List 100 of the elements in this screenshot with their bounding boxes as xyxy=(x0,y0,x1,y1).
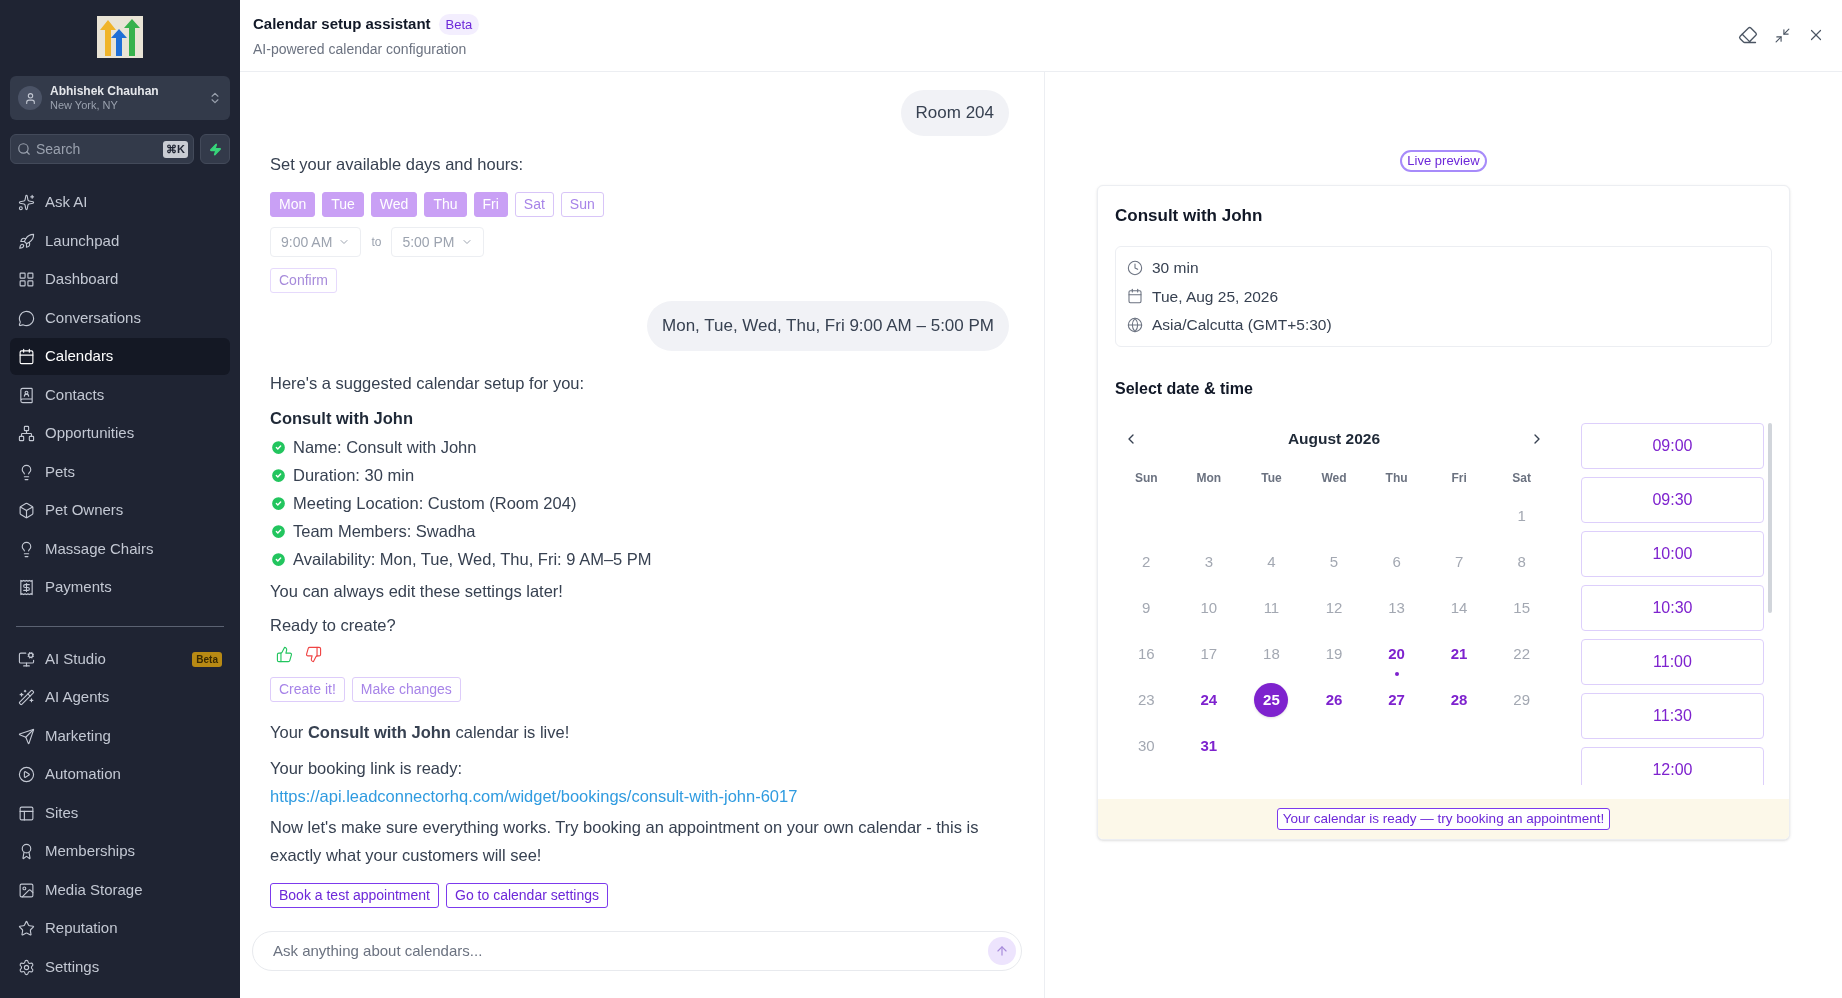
chat-input-field[interactable]: Ask anything about calendars... xyxy=(252,930,1022,971)
sidebar-item[interactable]: Memberships xyxy=(10,833,230,870)
sidebar-item[interactable]: Launchpad xyxy=(10,222,230,260)
check-circle-icon xyxy=(270,438,287,456)
calendar-day[interactable]: 28 xyxy=(1442,683,1477,717)
calendar-icon xyxy=(18,348,35,365)
assistant-message: Your booking link is ready: xyxy=(270,757,463,779)
beta-badge: Beta xyxy=(438,13,480,35)
checklist-item: Team Members: Swadha xyxy=(293,520,476,542)
time-slot-button[interactable]: 09:30 xyxy=(1581,477,1764,523)
time-slot-button[interactable]: 10:00 xyxy=(1581,531,1764,577)
quick-action-button[interactable] xyxy=(200,134,230,164)
detail-text: Asia/Calcutta (GMT+5:30) xyxy=(1152,315,1332,336)
image-icon xyxy=(18,881,35,899)
shortcut-key: ⌘K xyxy=(163,141,188,158)
minimize-icon[interactable] xyxy=(1774,26,1791,44)
calendar-day: 8 xyxy=(1504,545,1539,579)
user-message-bubble: Room 204 xyxy=(900,90,1009,136)
thumbs-down-icon[interactable] xyxy=(305,645,322,663)
calendar-day: 23 xyxy=(1129,683,1164,717)
sidebar-item[interactable]: Ask AI xyxy=(10,184,230,221)
sidebar-item[interactable]: Contacts xyxy=(10,376,230,414)
calendar-day[interactable]: 21 xyxy=(1442,637,1477,671)
account-location: New York, NY xyxy=(50,98,119,113)
assistant-message: Set your available days and hours: xyxy=(270,153,525,175)
sidebar-item[interactable]: Marketing xyxy=(10,717,230,755)
time-slot-button[interactable]: 10:30 xyxy=(1581,585,1764,631)
rocket-icon xyxy=(18,232,35,250)
magic-wand-icon xyxy=(18,689,35,706)
monitor-icon xyxy=(18,650,35,668)
weekday-label: Wed xyxy=(1320,470,1348,487)
account-switcher[interactable]: Abhishek Chauhan New York, NY xyxy=(10,76,230,120)
sidebar-item[interactable]: Massage Chairs xyxy=(10,530,230,568)
sidebar-item[interactable]: Pet Owners xyxy=(10,492,230,529)
time-slot-button[interactable]: 11:30 xyxy=(1581,693,1764,739)
time-slot-button[interactable]: 12:00 xyxy=(1581,747,1764,785)
sidebar-item[interactable]: Pets xyxy=(10,453,230,491)
thumbs-up-icon[interactable] xyxy=(276,645,293,663)
sidebar-item[interactable]: Dashboard xyxy=(10,261,230,298)
calendar-icon xyxy=(1127,288,1143,305)
play-icon xyxy=(18,766,35,783)
calendar-day: 1 xyxy=(1504,499,1539,533)
calendar-day: 12 xyxy=(1317,591,1351,625)
sidebar-item[interactable]: Settings xyxy=(10,948,230,986)
checklist-item: Name: Consult with John xyxy=(293,436,477,458)
sidebar-item[interactable]: Calendars xyxy=(10,338,230,375)
sidebar-item[interactable]: Sites xyxy=(10,794,230,832)
calendar-day[interactable]: 27 xyxy=(1379,683,1414,717)
browser-icon xyxy=(18,804,35,822)
weekday-label: Sun xyxy=(1133,470,1159,487)
check-circle-icon xyxy=(270,466,287,484)
card-title: Consult with John xyxy=(1115,205,1264,227)
user-message-bubble: Mon, Tue, Wed, Thu, Fri 9:00 AM – 5:00 PM xyxy=(647,301,1009,351)
assistant-message: Ready to create? xyxy=(270,615,397,636)
check-circle-icon xyxy=(270,494,287,512)
calendar-day: 29 xyxy=(1504,683,1539,717)
calendar-day[interactable]: 31 xyxy=(1191,729,1226,763)
network-icon xyxy=(18,425,35,442)
calendar-day: 19 xyxy=(1317,637,1351,671)
clock-icon xyxy=(1127,259,1143,276)
action-button[interactable]: Go to calendar settings xyxy=(446,882,608,908)
calendar-day: 22 xyxy=(1504,637,1539,671)
month-title: August 2026 xyxy=(1287,429,1381,450)
ready-notice: Your calendar is ready — try booking an appointment! xyxy=(1276,808,1611,830)
calendar-day[interactable]: 20 xyxy=(1379,637,1414,671)
check-circle-icon xyxy=(270,550,287,568)
sidebar-item[interactable]: Reputation xyxy=(10,910,230,947)
checklist-item: Availability: Mon, Tue, Wed, Thu, Fri: 9 AM–5 PM xyxy=(293,548,652,570)
scrollbar[interactable] xyxy=(1768,423,1772,613)
calendar-day[interactable]: 25 xyxy=(1254,683,1289,717)
sidebar-item[interactable]: Opportunities xyxy=(10,415,230,452)
detail-text: Tue, Aug 25, 2026 xyxy=(1152,286,1279,307)
search-icon xyxy=(17,142,31,156)
assistant-message: Your Consult with John calendar is live! xyxy=(270,721,571,743)
calendar-day[interactable]: 26 xyxy=(1317,683,1351,717)
sidebar-item[interactable]: Automation xyxy=(10,756,230,793)
action-button[interactable]: Book a test appointment xyxy=(270,882,439,908)
calendar-day[interactable]: 24 xyxy=(1191,683,1226,717)
calendar-day: 15 xyxy=(1504,591,1539,625)
globe-icon xyxy=(1127,316,1143,333)
sidebar-item[interactable]: AI Studio Beta xyxy=(10,640,230,678)
time-slot-button[interactable]: 11:00 xyxy=(1581,639,1764,685)
time-slot-button[interactable]: 09:00 xyxy=(1581,423,1764,469)
calendar-day: 9 xyxy=(1129,591,1164,625)
live-preview-badge: Live preview xyxy=(1400,150,1487,172)
sidebar-item[interactable]: Payments xyxy=(10,569,230,606)
beta-badge: Beta xyxy=(192,651,222,667)
sidebar-item[interactable]: Media Storage xyxy=(10,871,230,909)
settings-icon xyxy=(18,958,35,976)
weekday-label: Thu xyxy=(1384,470,1409,487)
calendar-day: 3 xyxy=(1191,545,1226,579)
sidebar-item[interactable]: Conversations xyxy=(10,299,230,337)
calendar-day: 16 xyxy=(1129,637,1164,671)
eraser-icon[interactable] xyxy=(1738,25,1758,45)
sidebar-item[interactable]: AI Agents xyxy=(10,679,230,716)
calendar-day: 30 xyxy=(1129,729,1164,763)
assistant-message: Here's a suggested calendar setup for you: xyxy=(270,372,586,394)
assistant-message: Now let's make sure everything works. Try booking an appointment on your own calendar - this is exactly what your customers will see! xyxy=(270,816,980,866)
paper-plane-icon xyxy=(18,727,35,745)
assistant-subtitle: AI-powered calendar configuration xyxy=(253,39,468,59)
